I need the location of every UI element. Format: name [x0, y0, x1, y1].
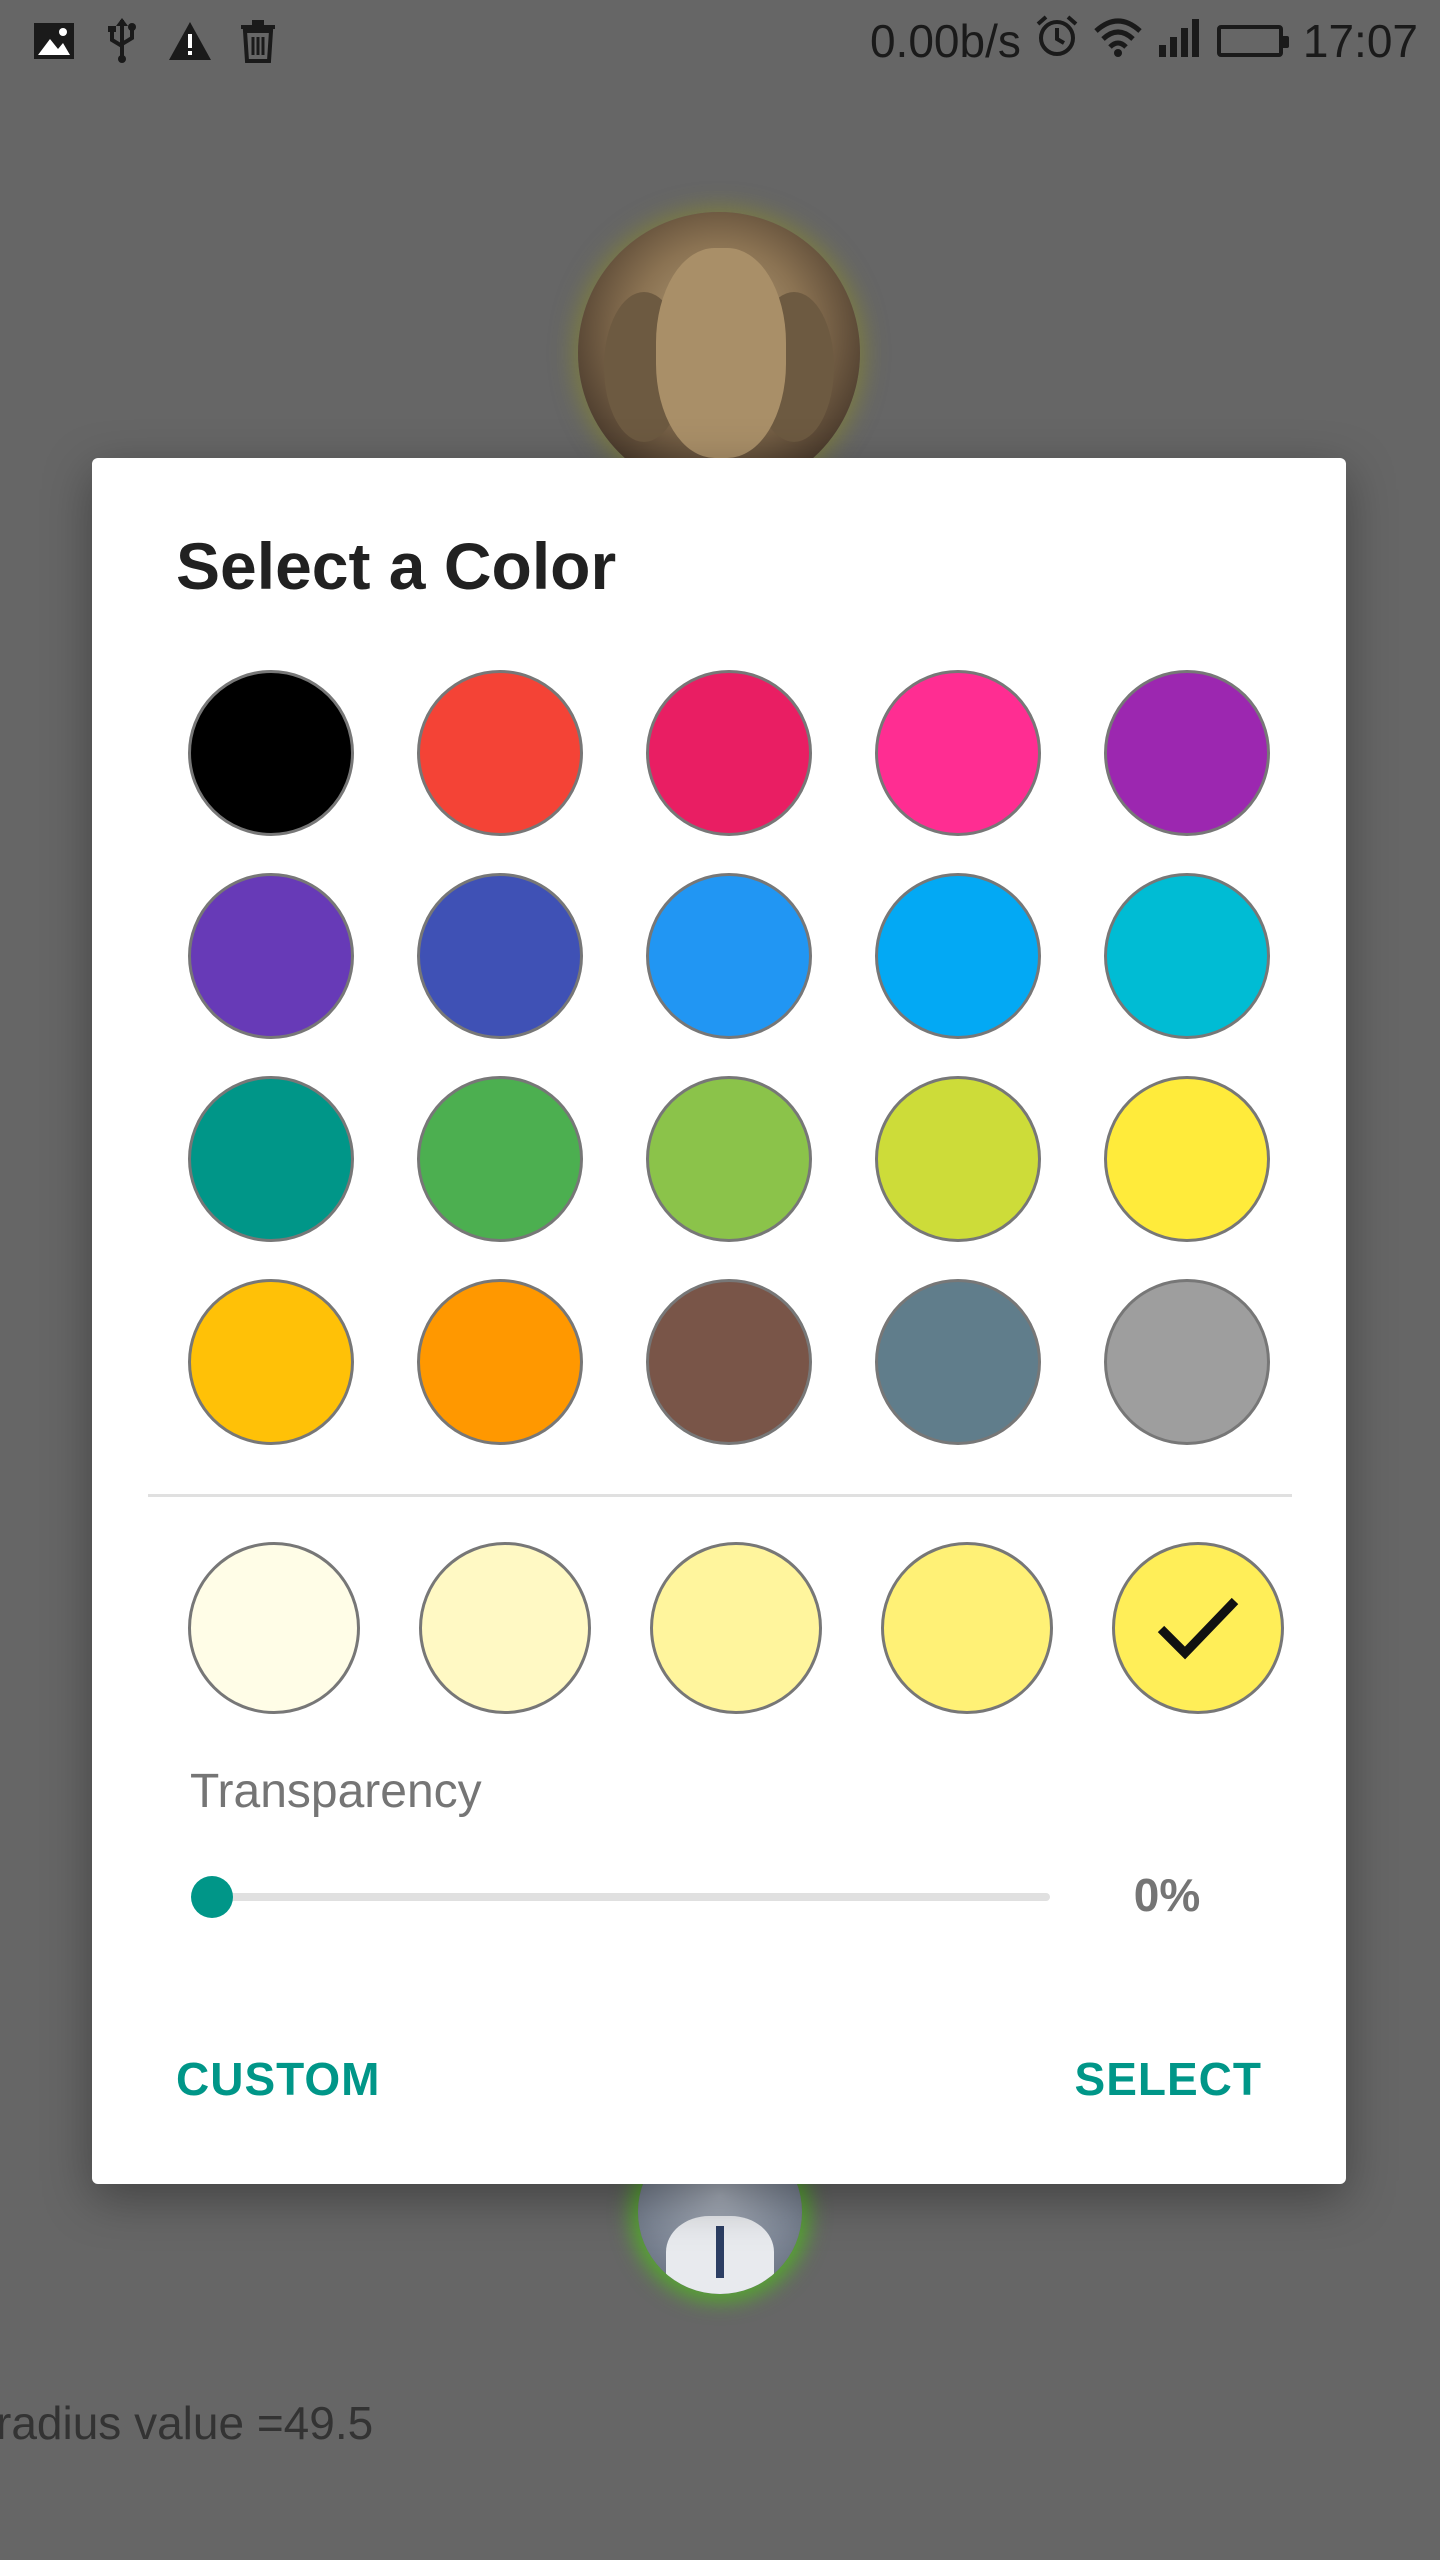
battery-icon — [1216, 25, 1289, 57]
shade-swatch-2[interactable] — [419, 1542, 591, 1714]
divider — [148, 1494, 1292, 1497]
shade-swatch-1[interactable] — [188, 1542, 360, 1714]
notification-icons — [30, 18, 282, 64]
color-swatch-red[interactable] — [417, 670, 583, 836]
transparency-value: 0% — [1133, 1869, 1201, 1921]
color-swatch-purple[interactable] — [1104, 670, 1270, 836]
network-speed: 0.00b/s — [869, 15, 1021, 67]
checkmark-icon — [1157, 1597, 1239, 1660]
shade-swatch-5[interactable] — [1112, 1542, 1284, 1714]
dialog-title: Select a Color — [176, 529, 617, 603]
color-swatch-lime[interactable] — [875, 1076, 1041, 1242]
color-swatch-light-green[interactable] — [646, 1076, 812, 1242]
alarm-icon — [1035, 14, 1079, 69]
shade-swatch-4[interactable] — [881, 1542, 1053, 1714]
color-swatch-blue-grey[interactable] — [875, 1279, 1041, 1445]
transparency-slider-track[interactable] — [204, 1893, 1050, 1901]
wifi-icon — [1093, 14, 1143, 68]
color-picker-dialog: Select a Color Transparency 0% CUSTOM SE… — [92, 458, 1346, 2184]
color-swatch-light-blue[interactable] — [875, 873, 1041, 1039]
signal-icon — [1157, 14, 1203, 68]
color-swatch-black[interactable] — [188, 670, 354, 836]
color-swatch-indigo[interactable] — [417, 873, 583, 1039]
color-swatch-deep-purple[interactable] — [188, 873, 354, 1039]
usb-icon — [98, 18, 146, 64]
clock: 17:07 — [1302, 15, 1418, 67]
color-swatch-amber[interactable] — [188, 1279, 354, 1445]
color-swatch-orange[interactable] — [417, 1279, 583, 1445]
transparency-slider-thumb[interactable] — [191, 1876, 233, 1918]
color-swatch-cyan[interactable] — [1104, 873, 1270, 1039]
color-swatch-grey[interactable] — [1104, 1279, 1270, 1445]
select-button[interactable]: SELECT — [1075, 2052, 1262, 2106]
image-icon — [30, 18, 78, 64]
color-swatch-blue[interactable] — [646, 873, 812, 1039]
trash-icon — [234, 18, 282, 64]
warning-icon — [166, 18, 214, 64]
color-swatch-teal[interactable] — [188, 1076, 354, 1242]
color-swatch-green[interactable] — [417, 1076, 583, 1242]
color-swatch-yellow[interactable] — [1104, 1076, 1270, 1242]
radius-value-text: radius value =49.5 — [0, 2397, 374, 2449]
status-bar: 0.00b/s 17:07 — [0, 0, 1440, 82]
color-swatch-pink[interactable] — [646, 670, 812, 836]
custom-button[interactable]: CUSTOM — [176, 2052, 381, 2106]
dog-avatar-image — [578, 212, 860, 494]
transparency-label: Transparency — [190, 1765, 482, 1818]
shade-swatch-3[interactable] — [650, 1542, 822, 1714]
color-swatch-hot-pink[interactable] — [875, 670, 1041, 836]
color-swatch-brown[interactable] — [646, 1279, 812, 1445]
